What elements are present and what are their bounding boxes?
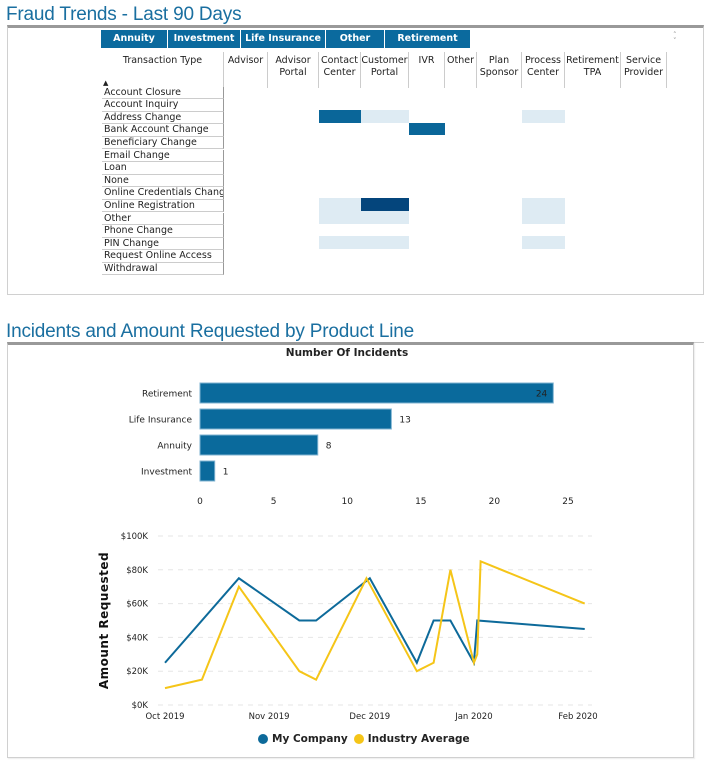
x-tick-label: 15 <box>415 497 426 507</box>
row-label[interactable]: Email Change <box>102 149 224 163</box>
heatmap-cell[interactable] <box>319 211 361 224</box>
x-tick-label: Feb 2020 <box>558 712 597 722</box>
incidents-bar-chart: Retirement 24 Life Insurance 13 Annuity 8 Inve… <box>129 382 574 507</box>
panel-edge <box>694 342 704 343</box>
legend-my-company-marker <box>258 734 268 744</box>
heatmap-cell[interactable] <box>361 198 409 211</box>
x-tick-label: 0 <box>197 497 203 507</box>
heatmap-cell[interactable] <box>522 198 565 211</box>
row-label[interactable]: Phone Change <box>102 225 224 238</box>
row-label[interactable]: Account Inquiry <box>102 99 224 112</box>
x-tick-label: Jan 2020 <box>454 712 492 722</box>
y-tick-label: $20K <box>126 667 148 677</box>
col-header-transaction-type[interactable]: Transaction Type <box>102 52 224 88</box>
row-label[interactable]: Address Change <box>102 111 224 125</box>
y-tick-label: $40K <box>126 633 148 643</box>
row-label[interactable]: Request Online Access <box>102 250 224 263</box>
legend-industry-average[interactable]: Industry Average <box>368 733 470 745</box>
x-tick-label: Dec 2019 <box>349 712 390 722</box>
bar-chart-title: Number Of Incidents <box>285 347 409 359</box>
tab-investment[interactable]: Investment <box>168 30 241 48</box>
heatmap-cell[interactable] <box>522 211 565 224</box>
row-label[interactable]: None <box>102 174 224 188</box>
bar-data-label: 8 <box>326 442 332 452</box>
heatmap-cell[interactable] <box>361 236 409 249</box>
row-label[interactable]: Online Credentials Change <box>102 187 224 200</box>
y-tick-label: $0K <box>132 701 149 711</box>
heatmap-cell[interactable] <box>522 110 565 123</box>
col-header-customer-portal[interactable]: Customer Portal <box>361 52 409 88</box>
row-label[interactable]: Bank Account Change <box>102 124 224 137</box>
col-header-retirement-tpa[interactable]: Retirement TPA <box>565 52 621 88</box>
col-header-ivr[interactable]: IVR <box>409 52 445 88</box>
bar-data-label: 13 <box>399 416 410 426</box>
scroll-control[interactable]: ˄ ˅ <box>673 32 677 45</box>
row-label[interactable]: Other <box>102 212 224 226</box>
row-label[interactable]: Withdrawal <box>102 262 224 276</box>
bar[interactable] <box>199 382 554 404</box>
heatmap-cell[interactable] <box>409 122 445 136</box>
bar-data-label: 24 <box>536 390 548 400</box>
x-tick-label: Oct 2019 <box>145 712 184 722</box>
row-label[interactable]: Account Closure <box>102 86 224 100</box>
scroll-down-icon[interactable]: ˅ <box>673 38 677 45</box>
heatmap-cell[interactable] <box>361 110 409 123</box>
x-tick-label: 25 <box>562 497 573 507</box>
heatmap-cell[interactable] <box>319 198 361 211</box>
y-tick-label: $60K <box>126 600 148 610</box>
row-label[interactable]: Loan <box>102 162 224 175</box>
tab-life-insurance[interactable]: Life Insurance <box>241 30 326 48</box>
heatmap-cell[interactable] <box>319 236 361 249</box>
y-tick-label: $100K <box>121 532 149 542</box>
col-header-advisor[interactable]: Advisor <box>224 52 268 88</box>
x-tick-label: 5 <box>271 497 277 507</box>
col-header-process-center[interactable]: Process Center <box>522 52 565 88</box>
y-axis-label: Amount Requested <box>97 552 111 689</box>
tab-annuity[interactable]: Annuity <box>101 30 168 48</box>
bar[interactable] <box>199 408 392 430</box>
y-tick-label: $80K <box>126 566 148 576</box>
legend-my-company[interactable]: My Company <box>272 733 348 745</box>
amount-line-chart: $0K $20K $40K $60K $80K $100K Oct 2019 Nov 2019… <box>97 532 598 722</box>
bar-data-label: 1 <box>223 468 229 478</box>
legend-industry-marker <box>353 734 364 744</box>
col-header-advisor-portal[interactable]: Advisor Portal <box>268 52 319 88</box>
x-tick-label: 10 <box>341 497 353 507</box>
bar-category-label: Retirement <box>142 390 192 400</box>
row-label[interactable]: Beneficiary Change <box>102 136 224 150</box>
bar-category-label: Life Insurance <box>129 416 193 426</box>
heatmap-cell[interactable] <box>361 211 409 224</box>
col-header-contact-center[interactable]: Contact Center <box>319 52 361 88</box>
row-label[interactable]: PIN Change <box>102 237 224 251</box>
col-header-other[interactable]: Other <box>445 52 477 88</box>
bar-category-label: Investment <box>141 468 192 478</box>
heatmap-cell[interactable] <box>319 110 361 123</box>
heatmap-cell[interactable] <box>522 236 565 249</box>
bar[interactable] <box>199 460 216 482</box>
series-line-my-company[interactable] <box>164 576 585 667</box>
product-line-tabs: Annuity Investment Life Insurance Other … <box>101 30 470 48</box>
tab-other[interactable]: Other <box>326 30 385 48</box>
col-header-plan-sponsor[interactable]: Plan Sponsor <box>477 52 522 88</box>
bar[interactable] <box>199 434 319 456</box>
tab-retirement[interactable]: Retirement <box>385 30 470 48</box>
line-chart-legend: My Company Industry Average <box>258 733 470 745</box>
bar-category-label: Annuity <box>157 442 192 452</box>
fraud-trends-title: Fraud Trends - Last 90 Days <box>6 4 242 25</box>
x-tick-label: Nov 2019 <box>249 712 290 722</box>
x-tick-label: 20 <box>489 497 501 507</box>
col-header-service-provider[interactable]: Service Provider <box>621 52 667 88</box>
row-label[interactable]: Online Registration <box>102 199 224 213</box>
incidents-title: Incidents and Amount Requested by Produc… <box>6 321 415 342</box>
